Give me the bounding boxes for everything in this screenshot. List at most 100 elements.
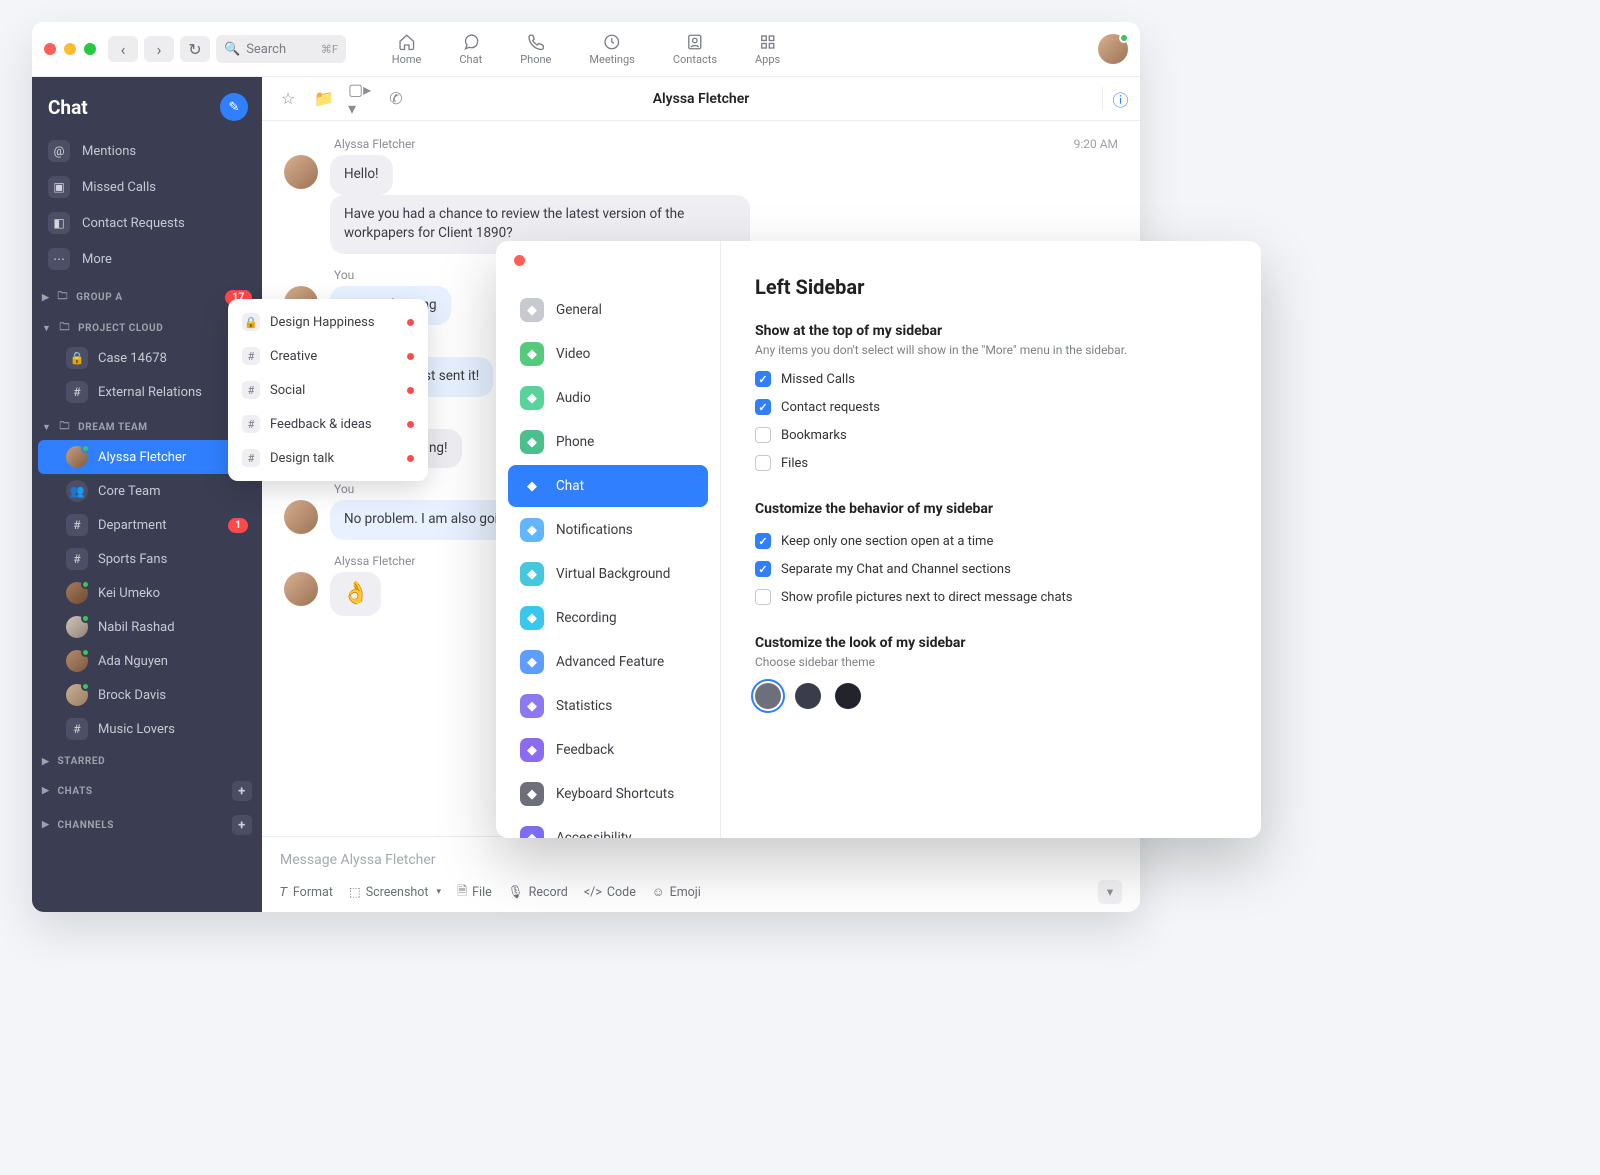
message-bubble[interactable]: Hello! (330, 155, 393, 195)
zoom-icon[interactable] (84, 43, 96, 55)
folder-icon: 🗀 (60, 419, 71, 436)
message-avatar (284, 572, 318, 606)
tab-meetings[interactable]: Meetings (589, 33, 634, 66)
popover-item[interactable]: #Design talk (228, 441, 428, 475)
checkbox-keep-only-one-section-open-at-a-time[interactable]: Keep only one section open at a time (755, 533, 1227, 549)
section-chats[interactable]: ▶CHATS+ (32, 771, 262, 805)
close-icon[interactable] (514, 255, 525, 266)
chevron-down-icon: ▾ (437, 887, 442, 897)
checkbox-missed-calls[interactable]: Missed Calls (755, 371, 1227, 387)
channel-core-team[interactable]: 👥Core Team (38, 474, 256, 508)
tab-apps[interactable]: Apps (755, 33, 780, 66)
code-button[interactable]: </>Code (584, 885, 636, 900)
tab-contacts[interactable]: Contacts (673, 33, 717, 66)
dm-nabil-rashad[interactable]: Nabil Rashad (38, 610, 256, 644)
record-button[interactable]: 🎙Record (508, 885, 568, 900)
dm-alyssa-fletcher[interactable]: Alyssa Fletcher (38, 440, 256, 474)
user-avatar[interactable] (1098, 34, 1128, 64)
add-chat-button[interactable]: + (232, 781, 252, 801)
code-icon: </> (584, 885, 602, 900)
checkbox-bookmarks[interactable]: Bookmarks (755, 427, 1227, 443)
dm-brock-davis[interactable]: Brock Davis (38, 678, 256, 712)
checkbox-separate-my-chat-and-channel-sections[interactable]: Separate my Chat and Channel sections (755, 561, 1227, 577)
tab-phone[interactable]: Phone (520, 33, 551, 66)
close-icon[interactable] (44, 43, 56, 55)
nav-back-button[interactable]: ‹ (108, 36, 138, 62)
settings-nav-icon: ◆ (520, 430, 544, 454)
settings-nav-audio[interactable]: ◆Audio (508, 377, 708, 419)
emoji-button[interactable]: ☺Emoji (652, 885, 701, 900)
sidebar-item-contact-requests[interactable]: ◧Contact Requests (38, 205, 256, 241)
channel-department[interactable]: #Department1 (38, 508, 256, 542)
checkbox-icon (755, 427, 771, 443)
theme-swatch[interactable] (835, 683, 861, 709)
settings-nav-accessibility[interactable]: ◆Accessibility (508, 817, 708, 838)
filter-button[interactable]: ▾ (1098, 880, 1122, 904)
tab-chat[interactable]: Chat (459, 33, 482, 66)
chevron-right-icon: ▶ (42, 786, 50, 796)
settings-nav-label: Audio (556, 390, 591, 406)
settings-nav-recording[interactable]: ◆Recording (508, 597, 708, 639)
star-button[interactable]: ☆ (276, 87, 300, 111)
channel-external-relations[interactable]: #External Relations (38, 375, 256, 409)
traffic-lights (44, 43, 96, 55)
folder-button[interactable]: 📁 (312, 87, 336, 111)
checkbox-icon (755, 561, 771, 577)
hash-icon: # (242, 347, 260, 365)
screenshot-button[interactable]: ⬚Screenshot▾ (349, 884, 441, 900)
format-button[interactable]: 𝑇Format (280, 885, 333, 900)
avatar-icon (66, 684, 88, 706)
settings-nav-virtual-background[interactable]: ◆ Virtual Background (508, 553, 708, 595)
settings-nav-label: General (556, 302, 602, 318)
sidebar-item-more[interactable]: ⋯More (38, 241, 256, 277)
channel-case-14678[interactable]: 🔒Case 14678 (38, 341, 256, 375)
settings-nav-statistics[interactable]: ◆Statistics (508, 685, 708, 727)
settings-nav-chat[interactable]: ◆Chat (508, 465, 708, 507)
nav-forward-button[interactable]: › (144, 36, 174, 62)
video-call-button[interactable]: ▢▸ ▾ (348, 87, 372, 111)
popover-item[interactable]: #Social (228, 373, 428, 407)
theme-swatch[interactable] (755, 683, 781, 709)
dm-kei-umeko[interactable]: Kei Umeko (38, 576, 256, 610)
phone-call-button[interactable]: ✆ (384, 87, 408, 111)
popover-item[interactable]: #Creative (228, 339, 428, 373)
history-button[interactable]: ↻ (180, 36, 210, 62)
settings-nav-notifications[interactable]: ◆Notifications (508, 509, 708, 551)
settings-nav-advanced-feature[interactable]: ◆Advanced Feature (508, 641, 708, 683)
sidebar-item-mentions[interactable]: @Mentions (38, 133, 256, 169)
settings-nav-label: Accessibility (556, 830, 632, 838)
settings-nav-phone[interactable]: ◆Phone (508, 421, 708, 463)
popover-item[interactable]: #Feedback & ideas (228, 407, 428, 441)
message-input[interactable] (280, 852, 1122, 868)
compose-button[interactable]: ✎ (220, 93, 248, 121)
unread-dot (407, 353, 414, 360)
file-button[interactable]: 🗎File (457, 882, 492, 903)
section-channels[interactable]: ▶CHANNELS+ (32, 805, 262, 839)
checkbox-contact-requests[interactable]: Contact requests (755, 399, 1227, 415)
settings-nav-label: Recording (556, 610, 617, 626)
settings-nav-feedback[interactable]: ◆Feedback (508, 729, 708, 771)
checkbox-show-profile-pictures-next-to-direct-message-chats[interactable]: Show profile pictures next to direct mes… (755, 589, 1227, 605)
settings-body: Left Sidebar Show at the top of my sideb… (721, 241, 1261, 838)
popover-item[interactable]: 🔒Design Happiness (228, 305, 428, 339)
dm-ada-nguyen[interactable]: Ada Nguyen (38, 644, 256, 678)
settings-nav-icon: ◆ (520, 562, 544, 586)
settings-nav-video[interactable]: ◆Video (508, 333, 708, 375)
section-starred[interactable]: ▶STARRED (32, 746, 262, 771)
message-bubble[interactable]: 👌 (330, 572, 381, 616)
channel-music-lovers[interactable]: #Music Lovers (38, 712, 256, 746)
channel-sports-fans[interactable]: #Sports Fans (38, 542, 256, 576)
search-icon: 🔍 (224, 42, 240, 57)
checkbox-files[interactable]: Files (755, 455, 1227, 471)
tab-home[interactable]: Home (392, 33, 422, 66)
add-channel-button[interactable]: + (232, 815, 252, 835)
settings-nav-label: Virtual Background (556, 566, 670, 582)
sidebar-item-missed-calls[interactable]: ▣Missed Calls (38, 169, 256, 205)
settings-nav-keyboard-shortcuts[interactable]: ◆Keyboard Shortcuts (508, 773, 708, 815)
search-input[interactable]: 🔍 Search ⌘F (216, 35, 346, 63)
settings-nav-general[interactable]: ◆General (508, 289, 708, 331)
info-button[interactable]: ⓘ (1102, 87, 1126, 111)
left-sidebar: Chat ✎ @Mentions ▣Missed Calls ◧Contact … (32, 77, 262, 912)
theme-swatch[interactable] (795, 683, 821, 709)
minimize-icon[interactable] (64, 43, 76, 55)
